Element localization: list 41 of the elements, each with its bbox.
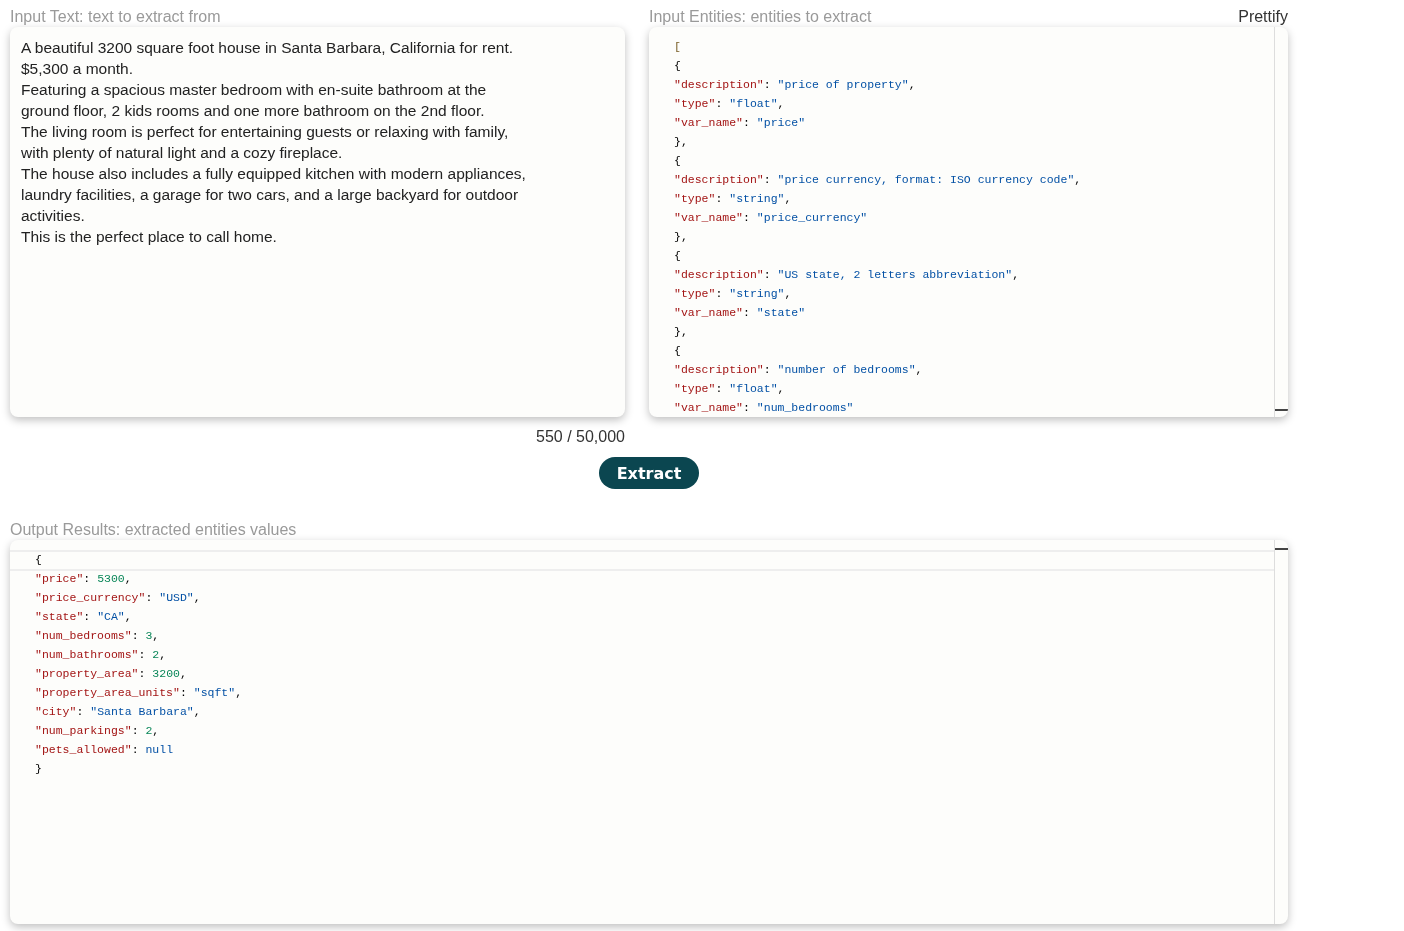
code-line: "var_name": "state" [674, 305, 807, 321]
code-line: "type": "string", [674, 286, 793, 302]
code-line: "type": "float", [674, 381, 786, 397]
code-line: "num_bedrooms": 3, [35, 628, 161, 644]
code-line: "num_bathrooms": 2, [35, 647, 168, 663]
code-line: "description": "price of property", [674, 77, 917, 93]
code-line: }, [674, 134, 689, 150]
code-line: "price_currency": "USD", [35, 590, 202, 606]
code-line: "pets_allowed": null [35, 742, 175, 758]
code-line: "var_name": "num_bedrooms" [674, 400, 855, 416]
code-line: "type": "string", [674, 191, 793, 207]
code-line: [ [674, 39, 682, 55]
code-line: "type": "float", [674, 96, 786, 112]
section-label: Output Results: extracted entities values [10, 520, 298, 540]
code-line: "state": "CA", [35, 609, 133, 625]
code-editor[interactable] [10, 540, 1288, 924]
code-line: { [674, 343, 682, 359]
code-line: { [674, 153, 682, 169]
code-line: "city": "Santa Barbara", [35, 704, 202, 720]
code-editor[interactable] [649, 27, 1288, 417]
code-line: "description": "US state, 2 letters abbreviation", [674, 267, 1021, 283]
code-line: "description": "number of bedrooms", [674, 362, 924, 378]
extract-button[interactable]: Extract [599, 457, 699, 489]
section-label: Input Entities: entities to extract [649, 7, 872, 27]
code-line: } [35, 761, 43, 777]
code-line: { [35, 552, 43, 568]
code-line: { [674, 248, 682, 264]
prettify-link[interactable]: Prettify [1238, 6, 1288, 27]
code-line: "description": "price currency, format: ISO currency code", [674, 172, 1083, 188]
code-line: "property_area": 3200, [35, 666, 188, 682]
code-line: "var_name": "price" [674, 115, 807, 131]
character-counter: 550 / 50,000 [536, 427, 625, 447]
section-label: Input Text: text to extract from [10, 7, 222, 27]
code-line: "property_area_units": "sqft", [35, 685, 244, 701]
code-line: }, [674, 324, 689, 340]
code-line: { [674, 58, 682, 74]
code-line: "price": 5300, [35, 571, 133, 587]
code-line: "var_name": "price_currency" [674, 210, 869, 226]
code-line: "num_parkings": 2, [35, 723, 161, 739]
text-input[interactable]: A beautiful 3200 square foot house in Santa Barbara, California for rent. $5,300 a month. Featuring a spacious master bedroom with en-suite bathroom at the ground floor, 2 kids rooms and one more bathroom on the 2nd floor. The living room is perfect for entertaining guests or relaxing with family, with plenty of natural light and a cozy fireplace. The house also includes a fully equipped kitchen with modern appliances, laundry facilities, a garage for two cars, and a large backyard for outdoor activities. This is the perfect place to call home. [10, 27, 625, 417]
code-line: }, [674, 229, 689, 245]
